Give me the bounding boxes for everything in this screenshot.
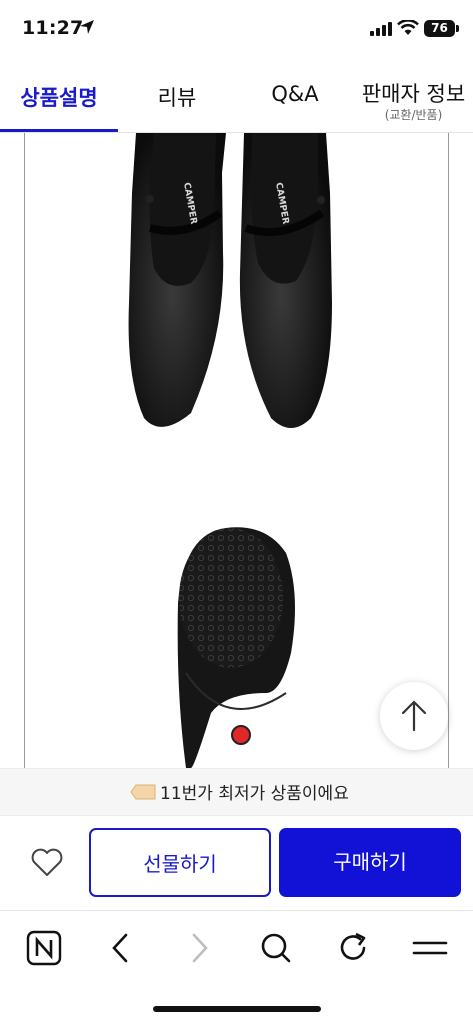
battery-nub	[456, 25, 459, 32]
product-photo-shoes: CAMPER CAMPER	[128, 133, 332, 768]
image-frame-border	[24, 133, 25, 768]
home-indicator	[153, 1006, 321, 1012]
wishlist-button[interactable]	[26, 845, 68, 881]
tab-seller-info[interactable]: 판매자 정보 (교환/반품)	[354, 70, 473, 132]
back-button[interactable]	[100, 930, 140, 966]
forward-button[interactable]	[180, 930, 220, 966]
status-time: 11:27	[22, 17, 84, 39]
tag-icon	[130, 784, 156, 800]
image-frame-border	[448, 133, 449, 768]
wifi-icon	[397, 20, 419, 35]
back-icon	[112, 933, 128, 963]
tab-label: 판매자 정보	[361, 82, 466, 106]
gift-button[interactable]: 선물하기	[89, 828, 271, 897]
heart-icon	[31, 848, 63, 876]
naver-home-icon	[26, 930, 62, 966]
tab-qna[interactable]: Q&A	[236, 70, 354, 132]
scroll-to-top-icon	[401, 700, 427, 732]
search-icon	[261, 933, 291, 963]
menu-icon	[412, 941, 448, 955]
buy-button[interactable]: 구매하기	[279, 828, 461, 897]
active-tab-indicator	[0, 129, 118, 132]
forward-icon	[192, 933, 208, 963]
tab-product-description[interactable]: 상품설명	[0, 70, 118, 132]
tab-sublabel: (교환/반품)	[384, 108, 443, 122]
scroll-to-top-button[interactable]	[380, 682, 448, 750]
tab-label: 상품설명	[20, 86, 98, 110]
tab-bar: 상품설명 리뷰 Q&A 판매자 정보 (교환/반품)	[0, 70, 473, 133]
tab-label: 리뷰	[157, 86, 197, 110]
refresh-button[interactable]	[334, 930, 374, 966]
promo-text: 11번가 최저가 상품이에요	[160, 784, 349, 804]
location-arrow-icon	[80, 20, 94, 34]
refresh-icon	[340, 932, 366, 960]
naver-home-button[interactable]	[24, 930, 64, 966]
battery-indicator: 76	[424, 20, 455, 37]
signal-icon	[370, 22, 392, 36]
search-button[interactable]	[256, 930, 296, 966]
tab-label: Q&A	[271, 82, 319, 106]
tab-reviews[interactable]: 리뷰	[118, 70, 236, 132]
product-description-content[interactable]: CAMPER CAMPER	[0, 133, 473, 768]
menu-button[interactable]	[410, 930, 450, 966]
